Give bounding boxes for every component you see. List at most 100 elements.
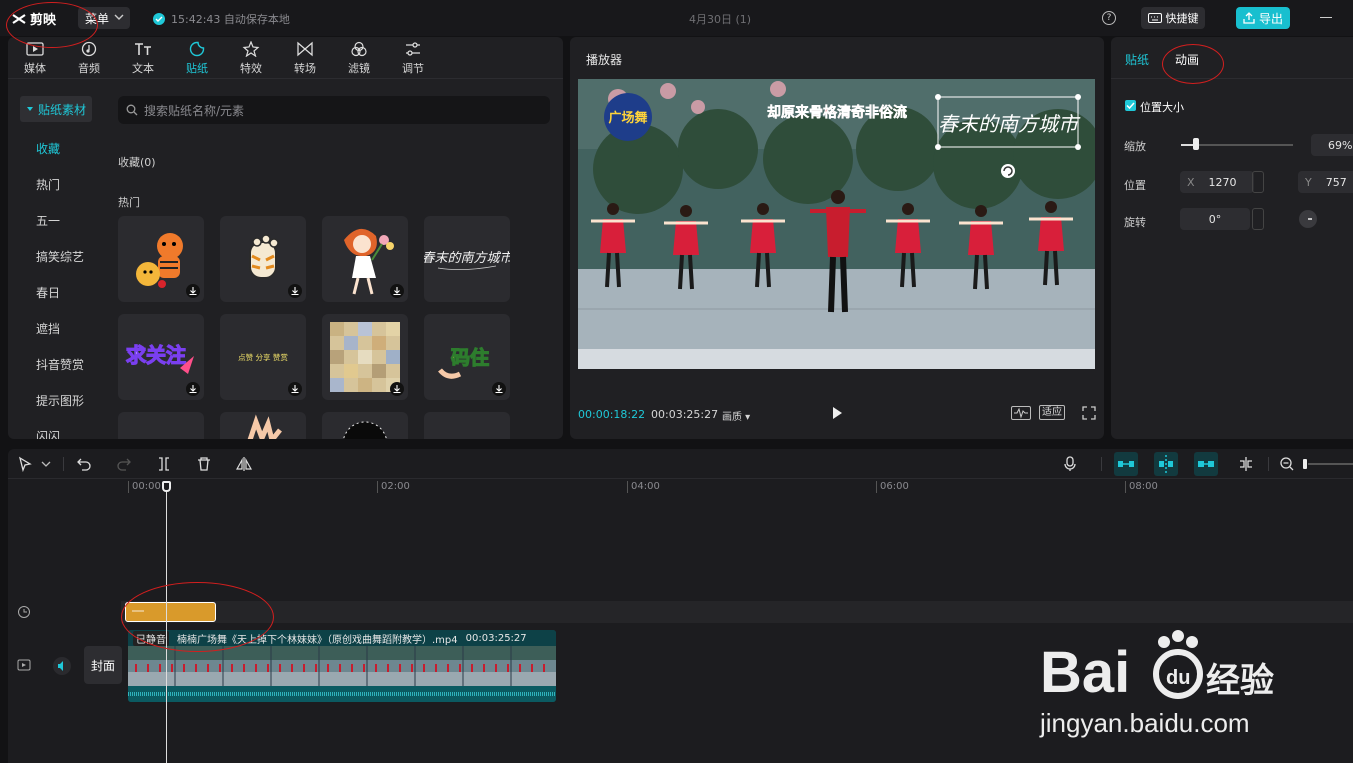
shortcut-button[interactable]: 快捷键	[1141, 7, 1205, 29]
download-icon[interactable]	[492, 382, 506, 396]
zoom-out-icon[interactable]	[1279, 456, 1295, 472]
tab-sticker-props[interactable]: 贴纸	[1125, 51, 1149, 68]
video-preview[interactable]: 广场舞 却原来骨格清奇非俗流 春末的南方城市	[578, 79, 1095, 369]
preview-axis-icon[interactable]	[1238, 456, 1254, 472]
minimize-icon[interactable]	[1320, 17, 1332, 18]
project-title: 4月30日 (1)	[688, 13, 752, 26]
sticker-partial-4[interactable]	[424, 412, 510, 439]
position-x-value: 1270	[1208, 175, 1237, 189]
position-x-axis: X	[1187, 175, 1195, 189]
download-icon[interactable]	[288, 284, 302, 298]
select-cursor-icon[interactable]	[17, 456, 33, 472]
waveform-icon[interactable]	[1011, 406, 1031, 420]
text-icon	[135, 42, 151, 55]
playhead-handle[interactable]	[162, 481, 171, 492]
fit-ratio-button[interactable]: 适应	[1039, 405, 1065, 420]
chevron-down-icon[interactable]	[38, 456, 54, 472]
download-icon[interactable]	[390, 382, 404, 396]
toolbar-divider	[1101, 457, 1102, 471]
tab-sticker[interactable]: 贴纸	[170, 37, 224, 79]
tab-media-label: 媒体	[24, 61, 46, 75]
category-funny-variety[interactable]: 搞笑综艺	[36, 248, 84, 265]
ruler-tick	[876, 481, 877, 493]
download-icon[interactable]	[186, 382, 200, 396]
ruler-tick	[377, 481, 378, 493]
sticker-like-share-banner[interactable]: 点赞 分享 赞赏	[220, 314, 306, 400]
fullscreen-icon[interactable]	[1082, 406, 1096, 420]
video-frame-art: 广场舞 却原来骨格清奇非俗流 春末的南方城市	[578, 79, 1095, 369]
category-may-day[interactable]: 五一	[36, 212, 60, 229]
player-panel: 播放器 广场舞 却原来骨格清奇非俗流 春末的南方城市 00:00:18:22 0…	[570, 37, 1104, 439]
category-mask[interactable]: 遮挡	[36, 320, 60, 337]
svg-text:du: du	[1166, 667, 1190, 689]
rotate-stepper[interactable]	[1252, 208, 1264, 230]
sticker-mosaic[interactable]	[322, 314, 408, 400]
sticker-tiger-paw[interactable]	[220, 216, 306, 302]
cover-button[interactable]: 封面	[84, 646, 122, 684]
tab-transition[interactable]: 转场	[278, 37, 332, 79]
filter-icon	[351, 41, 367, 56]
sticker-bookmark-text: 码住	[451, 346, 489, 369]
position-y-input[interactable]: Y 757	[1298, 171, 1353, 193]
category-douyin-tips[interactable]: 抖音赞赏	[36, 356, 84, 373]
sticker-partial-2[interactable]	[220, 412, 306, 439]
sticker-partial-1[interactable]	[118, 412, 204, 439]
tab-effects[interactable]: 特效	[224, 37, 278, 79]
effects-icon	[242, 40, 260, 57]
tab-filter[interactable]: 滤镜	[332, 37, 386, 79]
category-spring[interactable]: 春日	[36, 284, 60, 301]
tab-adjust[interactable]: 调节	[386, 37, 440, 79]
scale-value-input[interactable]: 69%	[1311, 134, 1353, 156]
tab-text-label: 文本	[132, 61, 154, 75]
category-hot[interactable]: 热门	[36, 176, 60, 193]
download-icon[interactable]	[186, 284, 200, 298]
quality-dropdown[interactable]: 画质 ▾	[722, 408, 750, 423]
ruler-tick	[128, 481, 129, 493]
sticker-category-header[interactable]: 贴纸素材	[20, 96, 92, 122]
export-button[interactable]: 导出	[1236, 7, 1290, 29]
microphone-icon[interactable]	[1062, 456, 1078, 472]
channel-logo-text: 广场舞	[608, 110, 647, 126]
category-sparkle[interactable]: 闪闪	[36, 428, 60, 439]
position-x-stepper[interactable]	[1252, 171, 1264, 193]
tab-divider	[1111, 78, 1353, 79]
delete-icon[interactable]	[196, 456, 212, 472]
main-track-magnet-toggle[interactable]	[1114, 452, 1138, 476]
sticker-bookmark-it[interactable]: 码住	[424, 314, 510, 400]
tab-text[interactable]: 文本	[116, 37, 170, 79]
ruler-tick	[1125, 481, 1126, 493]
download-icon[interactable]	[390, 284, 404, 298]
sticker-tiger-cartoon[interactable]	[118, 216, 204, 302]
rotate-dial[interactable]	[1299, 210, 1317, 228]
auto-snap-toggle[interactable]	[1154, 452, 1178, 476]
linkage-toggle[interactable]	[1194, 452, 1218, 476]
sticker-search-input[interactable]: 搜索贴纸名称/元素	[118, 96, 550, 124]
mute-track-toggle[interactable]	[53, 657, 71, 675]
scale-slider-handle[interactable]	[1193, 138, 1199, 150]
rotate-value-input[interactable]: 0°	[1180, 208, 1250, 230]
tab-adjust-label: 调节	[402, 61, 424, 75]
time-ruler[interactable]: 00:00 02:00 04:00 06:00 08:00	[8, 479, 1353, 497]
inspector-panel: 贴纸 动画 位置大小 缩放 69% 位置 X 1270 Y 757 旋转 0°	[1111, 37, 1353, 439]
sticker-ask-follow[interactable]: 求关注	[118, 314, 204, 400]
category-favorites[interactable]: 收藏	[36, 140, 60, 157]
sticker-partial-3[interactable]	[322, 412, 408, 439]
sticker-spring-calligraphy[interactable]: 春末的南方城市	[424, 216, 510, 302]
sticker-girl-with-flowers[interactable]	[322, 216, 408, 302]
mirror-icon[interactable]	[236, 456, 252, 472]
help-icon[interactable]: ?	[1102, 11, 1116, 25]
sticker-calligraphy-text: 春末的南方城市	[424, 250, 510, 266]
download-icon[interactable]	[288, 382, 302, 396]
zoom-slider-handle[interactable]	[1303, 459, 1307, 469]
zoom-slider-track[interactable]	[1308, 463, 1353, 465]
undo-icon[interactable]	[76, 456, 92, 472]
channel-logo: 广场舞	[604, 93, 652, 141]
play-icon[interactable]	[830, 406, 844, 420]
category-hint-shapes[interactable]: 提示图形	[36, 392, 84, 409]
split-icon[interactable]	[156, 456, 172, 472]
tab-transition-label: 转场	[294, 61, 316, 75]
adjust-icon	[406, 41, 420, 56]
hot-section-label: 热门	[118, 196, 140, 209]
position-x-input[interactable]: X 1270	[1180, 171, 1254, 193]
position-size-checkbox[interactable]	[1125, 100, 1136, 111]
